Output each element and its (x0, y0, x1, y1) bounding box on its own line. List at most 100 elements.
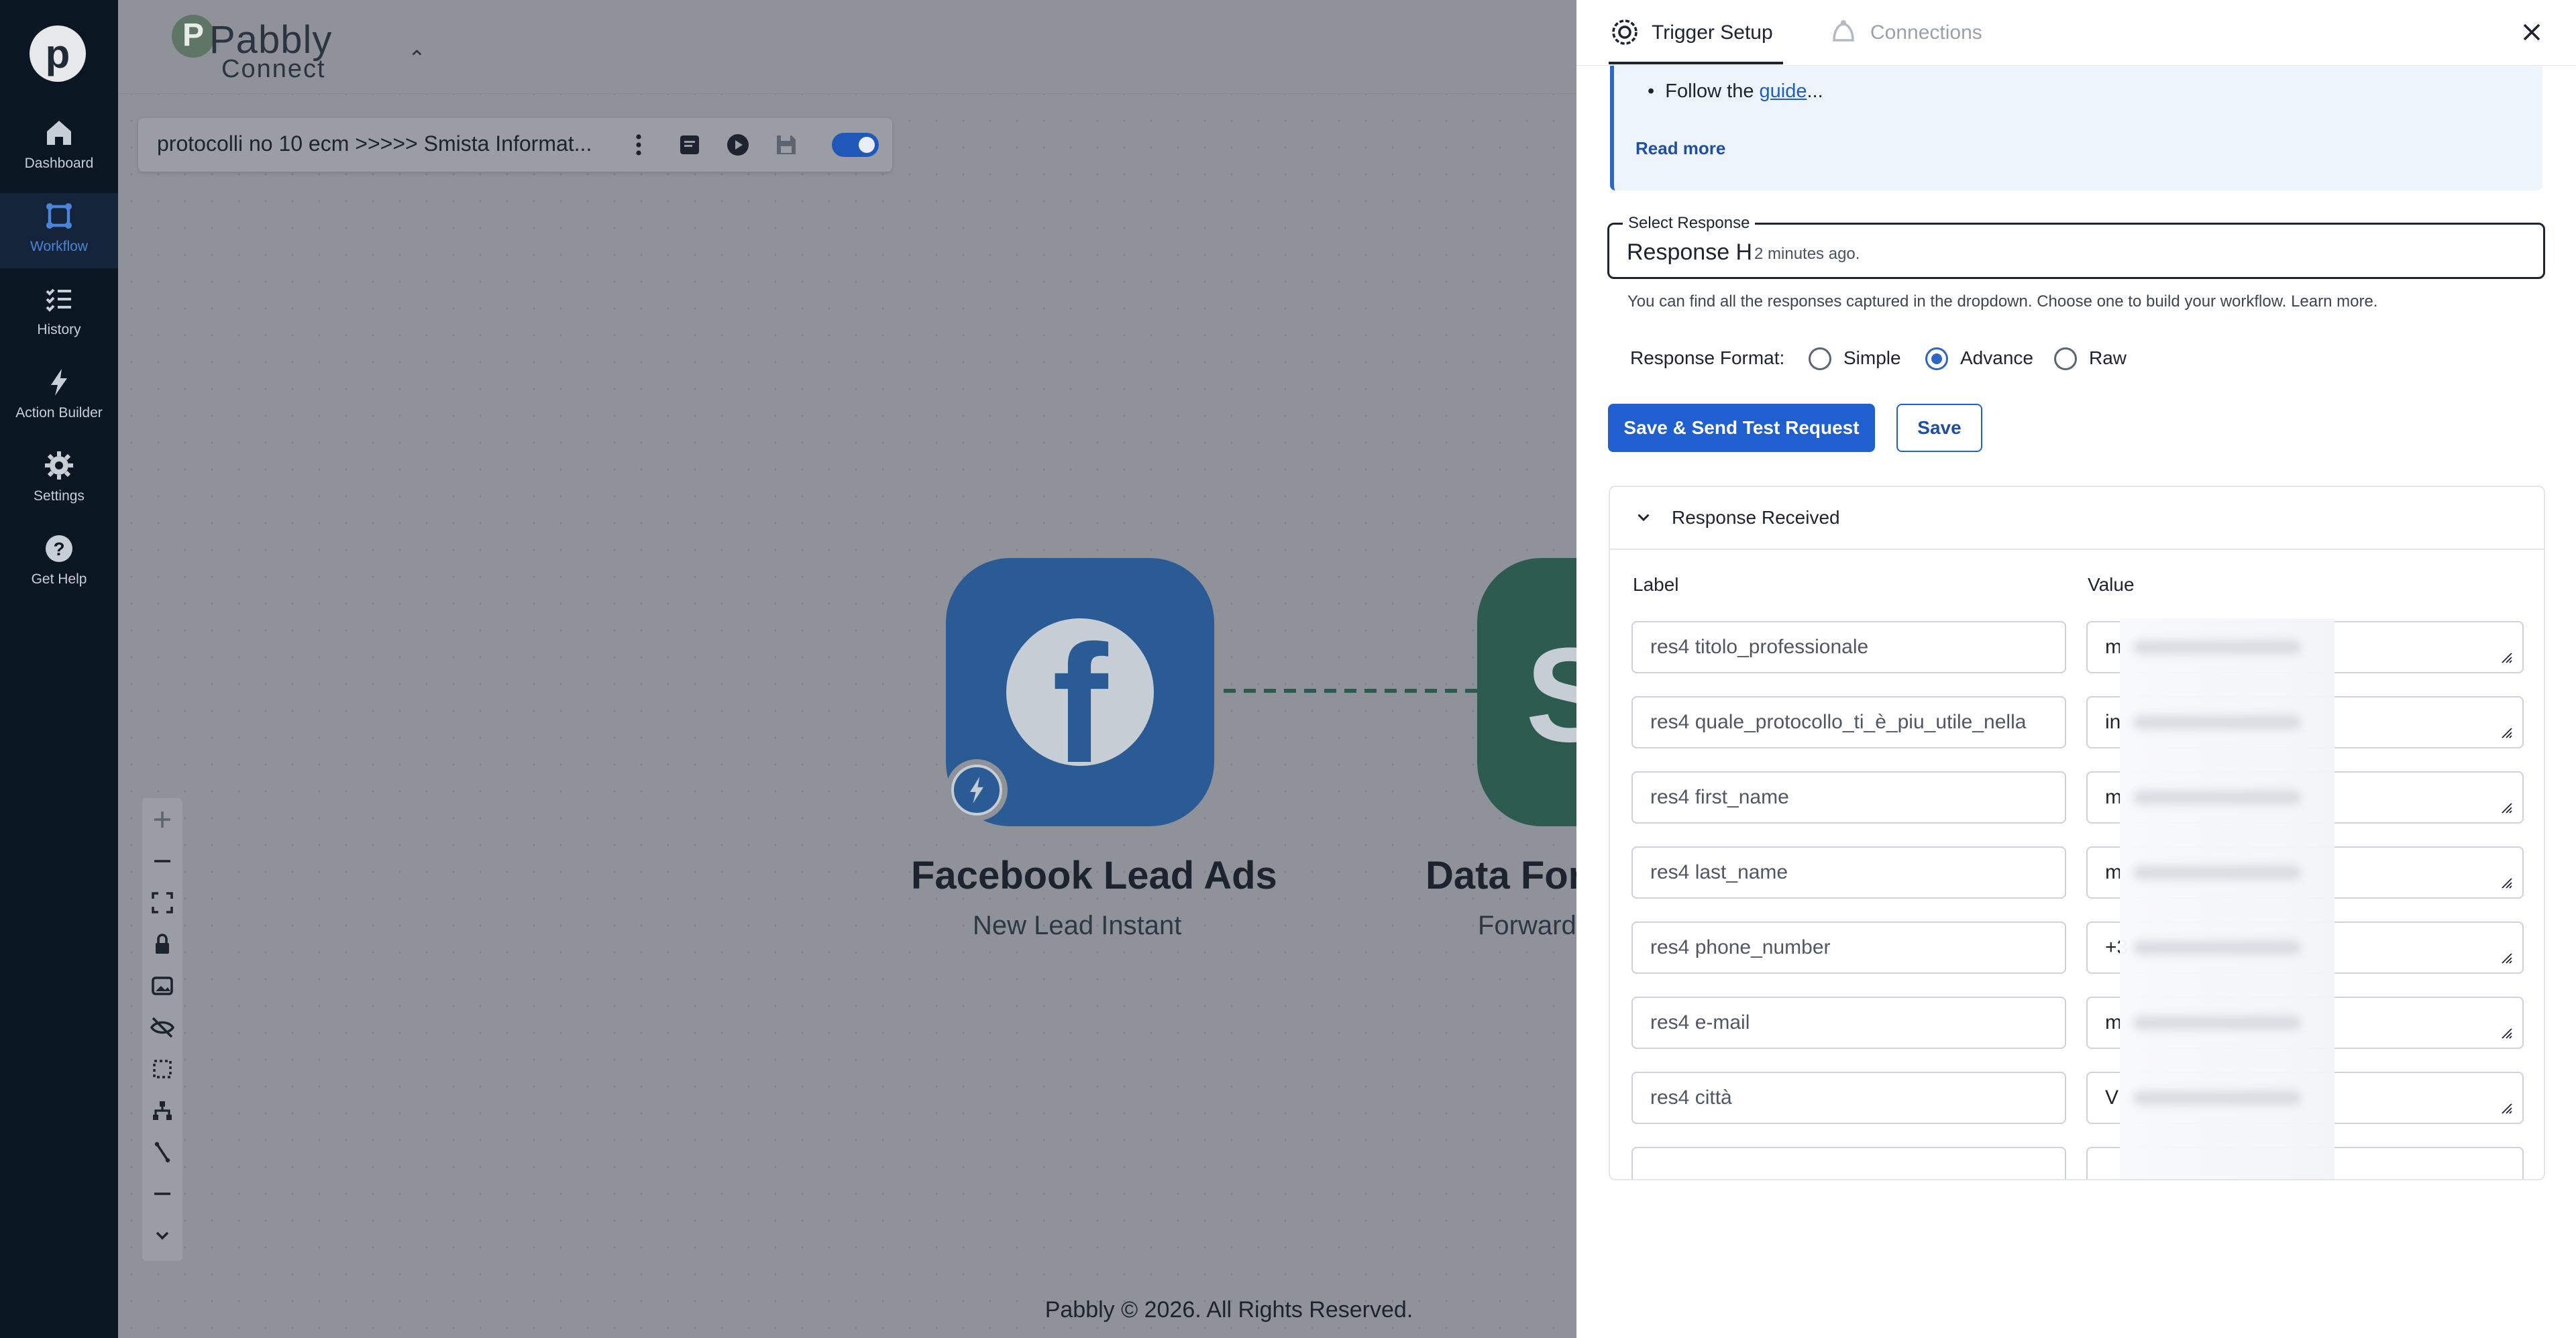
nav-item-get-help[interactable]: ? Get Help (0, 526, 118, 601)
resize-handle-icon[interactable] (2500, 651, 2513, 664)
redacted-value-smudge (2133, 865, 2301, 880)
history-list-icon (46, 288, 71, 312)
radio-simple-label[interactable]: Simple (1843, 347, 1901, 369)
save-and-send-test-request-button[interactable]: Save & Send Test Request (1608, 404, 1875, 452)
tab-label: Connections (1870, 21, 1982, 44)
nav-item-history[interactable]: History (0, 276, 118, 351)
nav-label: Workflow (30, 239, 88, 254)
resize-handle-icon[interactable] (2500, 876, 2513, 889)
response-label-field[interactable]: res4 phone_number (1631, 922, 2066, 974)
chevron-down-icon[interactable] (146, 1219, 178, 1251)
guide-link[interactable]: guide (1760, 80, 1807, 102)
radio-raw[interactable] (2054, 347, 2077, 370)
workflow-enable-toggle[interactable] (832, 133, 879, 157)
trigger-node-event: New Lead Instant (973, 911, 1182, 940)
home-icon (47, 121, 71, 145)
help-icon: ? (46, 535, 72, 562)
resize-handle-icon[interactable] (2500, 726, 2513, 739)
connector-line-icon[interactable] (146, 1136, 178, 1168)
redacted-value-smudge (2133, 640, 2301, 655)
fit-view-icon[interactable] (146, 887, 178, 919)
select-response-label: Select Response (1623, 214, 1756, 233)
column-header-label: Label (1633, 574, 1679, 595)
redacted-value-smudge (2133, 790, 2301, 805)
response-received-header[interactable]: Response Received (1610, 487, 2544, 550)
info-ellipsis: ... (1807, 80, 1823, 102)
read-more-link[interactable]: Read more (1635, 138, 1725, 159)
nav-item-dashboard[interactable]: Dashboard (0, 110, 118, 185)
notes-icon[interactable] (674, 129, 706, 161)
response-label-text: res4 phone_number (1650, 936, 1831, 958)
radio-advance[interactable] (1925, 347, 1948, 370)
tab-trigger-setup[interactable]: Trigger Setup (1609, 15, 1783, 66)
workflow-canvas[interactable]: P Pabbly Connect ⌃ protocolli no 10 ecm … (118, 0, 1695, 1338)
nav-label: History (37, 322, 81, 337)
instant-trigger-badge (946, 759, 1008, 821)
divider-icon[interactable] (146, 1178, 178, 1210)
redacted-values-blur (2120, 618, 2334, 1179)
auto-layout-icon[interactable] (146, 1095, 178, 1127)
resize-handle-icon[interactable] (2500, 951, 2513, 964)
close-icon[interactable] (2517, 17, 2546, 47)
radio-simple[interactable] (1809, 347, 1831, 370)
lock-icon[interactable] (146, 928, 178, 960)
redacted-value-smudge (2133, 940, 2301, 955)
zoom-out-icon[interactable] (146, 845, 178, 877)
response-label-field[interactable]: res4 e-mail (1631, 997, 2066, 1049)
select-response-helper-text: You can find all the responses captured … (1627, 292, 2378, 311)
resize-handle-icon[interactable] (2500, 1101, 2513, 1115)
radio-raw-label[interactable]: Raw (2089, 347, 2127, 369)
action-node-event: Forward (1478, 911, 1576, 940)
select-area-icon[interactable] (146, 1053, 178, 1085)
pabbly-logo-icon[interactable]: p (30, 25, 86, 82)
redacted-value-smudge (2133, 1091, 2301, 1105)
response-value-text: V (2105, 1086, 2119, 1109)
column-header-value: Value (2088, 574, 2135, 595)
info-bullet: • Follow the guide... (1648, 80, 1823, 102)
select-response-dropdown[interactable]: Select Response Response H 2 minutes ago… (1607, 214, 2545, 279)
workflow-toolbar: protocolli no 10 ecm >>>>> Smista Inform… (138, 118, 892, 172)
save-disk-icon[interactable] (770, 129, 802, 161)
response-label-field[interactable]: res4 titolo_professionale (1631, 621, 2066, 673)
resize-handle-icon[interactable] (2500, 801, 2513, 814)
tab-connections[interactable]: Connections (1827, 15, 2002, 66)
response-label-field[interactable] (1631, 1147, 2066, 1179)
response-label-field[interactable]: res4 quale_protocollo_ti_è_piu_utile_nel… (1631, 696, 2066, 748)
nav-label: Settings (34, 488, 85, 504)
trigger-gear-icon (1612, 19, 1638, 45)
logo-letter: p (45, 32, 70, 76)
image-export-icon[interactable] (146, 970, 178, 1002)
info-box: • Follow the guide... Read more (1610, 66, 2542, 190)
brand-product: Connect (221, 55, 326, 83)
nav-item-action-builder[interactable]: Action Builder (0, 359, 118, 435)
facebook-lead-ads-node[interactable]: f (946, 558, 1214, 826)
radio-advance-label[interactable]: Advance (1960, 347, 2033, 369)
response-received-title: Response Received (1672, 507, 1840, 528)
selected-response-value: Response H (1627, 239, 1753, 265)
nav-item-settings[interactable]: Settings (0, 443, 118, 518)
run-play-icon[interactable] (722, 129, 754, 161)
response-label-field[interactable]: res4 last_name (1631, 846, 2066, 899)
workflow-title[interactable]: protocolli no 10 ecm >>>>> Smista Inform… (157, 131, 592, 156)
response-label-text: res4 first_name (1650, 786, 1789, 808)
action-node-title: Data For (1426, 854, 1584, 897)
save-button[interactable]: Save (1896, 404, 1982, 452)
response-label-field[interactable]: res4 città (1631, 1072, 2066, 1124)
app-switcher-chevron-icon[interactable]: ⌃ (408, 46, 426, 71)
resize-handle-icon[interactable] (2500, 1026, 2513, 1040)
svg-text:?: ? (53, 539, 64, 559)
redacted-value-smudge (2133, 1015, 2301, 1030)
response-format-group: Response Format: Simple Advance Raw (1630, 345, 2435, 372)
brand-logo[interactable]: P Pabbly Connect ⌃ (172, 15, 426, 83)
redacted-value-smudge (2133, 715, 2301, 730)
response-label-field[interactable]: res4 first_name (1631, 771, 2066, 824)
nav-item-workflow[interactable]: Workflow (0, 193, 118, 268)
zoom-in-icon[interactable] (146, 803, 178, 836)
panel-tabs: Trigger Setup Connections (1576, 0, 2576, 66)
selected-response-age: 2 minutes ago. (1754, 245, 1860, 263)
tab-label: Trigger Setup (1652, 21, 1773, 44)
hide-eye-icon[interactable] (146, 1011, 178, 1044)
response-label-text: res4 titolo_professionale (1650, 636, 1869, 658)
more-options-icon[interactable] (623, 129, 655, 161)
brand-logo-icon: P (172, 15, 215, 58)
